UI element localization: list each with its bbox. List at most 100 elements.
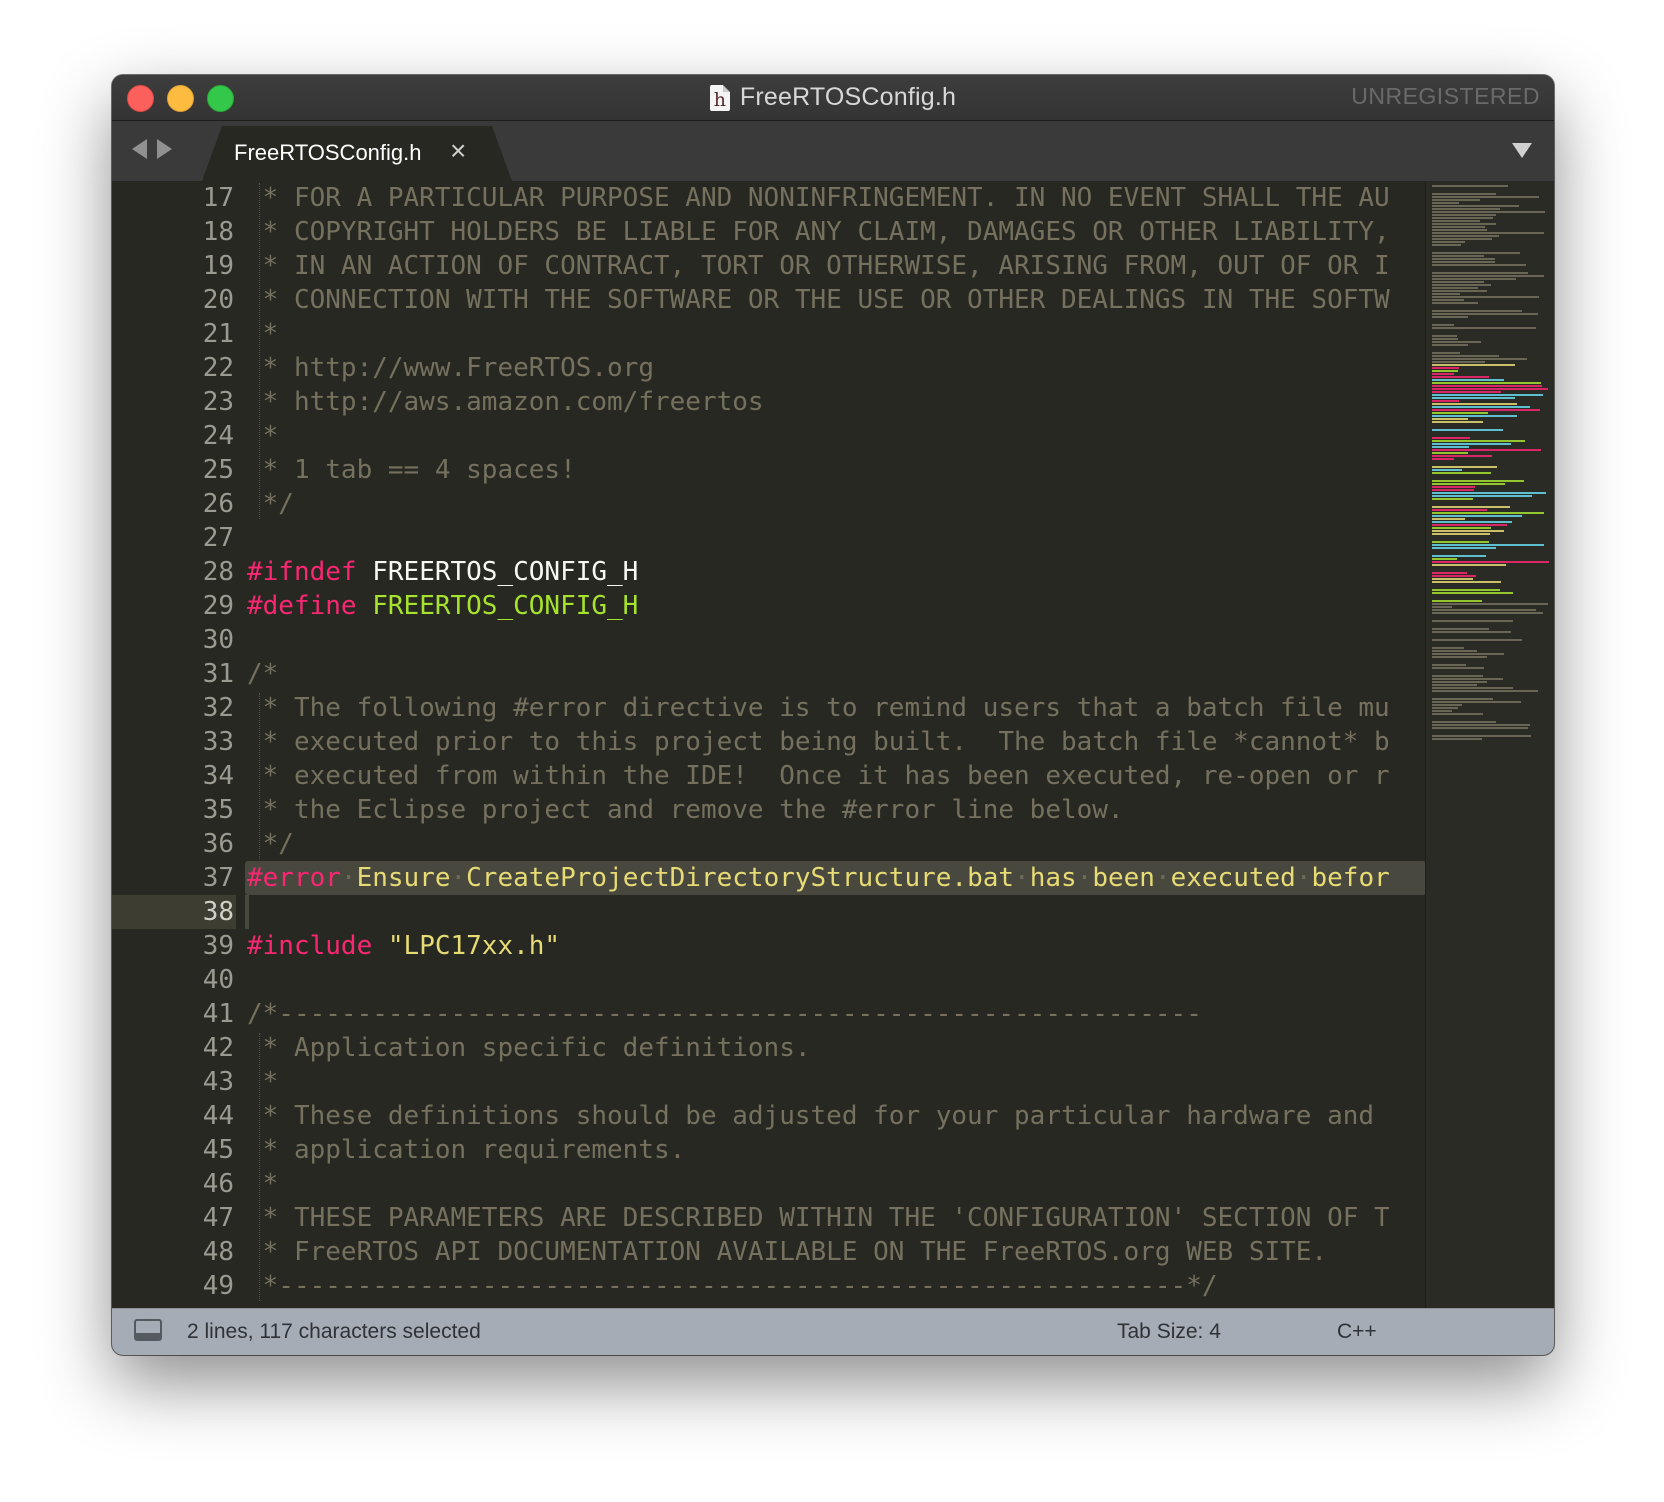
code-line[interactable]: 25 * 1 tab == 4 spaces! <box>112 453 1426 487</box>
panel-icon[interactable] <box>134 1319 162 1341</box>
code-line[interactable]: 22 * http://www.FreeRTOS.org <box>112 351 1426 385</box>
code-line[interactable]: 41 /*------------------------------------… <box>112 997 1426 1031</box>
code-editor[interactable]: 17 * FOR A PARTICULAR PURPOSE AND NONINF… <box>112 181 1554 1309</box>
minimap-row <box>1432 293 1460 295</box>
code-line[interactable]: 38 <box>112 895 1426 929</box>
minimap-row <box>1432 498 1473 500</box>
line-code[interactable]: * Application specific definitions. <box>247 1031 1426 1065</box>
line-code[interactable]: * <box>247 1167 1426 1201</box>
line-number: 43 <box>202 1067 234 1097</box>
line-code[interactable]: * executed prior to this project being b… <box>247 725 1426 759</box>
line-code[interactable]: * THESE PARAMETERS ARE DESCRIBED WITHIN … <box>247 1201 1426 1235</box>
line-code[interactable]: * The following #error directive is to r… <box>247 691 1426 725</box>
line-code[interactable]: /*--------------------------------------… <box>247 997 1426 1031</box>
line-code[interactable]: * CONNECTION WITH THE SOFTWARE OR THE US… <box>247 283 1426 317</box>
line-code[interactable]: * application requirements. <box>247 1133 1426 1167</box>
minimap[interactable] <box>1425 181 1554 1309</box>
minimap-row <box>1432 327 1536 329</box>
line-number: 23 <box>202 387 234 417</box>
code-line[interactable]: 35 * the Eclipse project and remove the … <box>112 793 1426 827</box>
line-code[interactable]: * http://www.FreeRTOS.org <box>247 351 1426 385</box>
minimap-row <box>1432 278 1516 280</box>
code-token: * CONNECTION WITH THE SOFTWARE OR THE US… <box>247 285 1390 315</box>
line-code[interactable]: * <box>247 317 1426 351</box>
code-lines[interactable]: 17 * FOR A PARTICULAR PURPOSE AND NONINF… <box>112 181 1426 1303</box>
minimap-row <box>1432 290 1487 292</box>
whitespace-marker: · <box>1295 863 1312 893</box>
code-line[interactable]: 34 * executed from within the IDE! Once … <box>112 759 1426 793</box>
minimap-row <box>1432 727 1528 729</box>
line-code[interactable]: * <box>247 419 1426 453</box>
line-code[interactable]: #error·Ensure·CreateProjectDirectoryStru… <box>245 861 1426 895</box>
code-line[interactable]: 19 * IN AN ACTION OF CONTRACT, TORT OR O… <box>112 249 1426 283</box>
code-line[interactable]: 27 <box>112 521 1426 555</box>
line-code[interactable]: * COPYRIGHT HOLDERS BE LIABLE FOR ANY CL… <box>247 215 1426 249</box>
code-line[interactable]: 47 * THESE PARAMETERS ARE DESCRIBED WITH… <box>112 1201 1426 1235</box>
tab-bar: FreeRTOSConfig.h × <box>112 121 1554 181</box>
indent-guide <box>259 1033 260 1301</box>
minimap-row <box>1432 437 1470 439</box>
code-token: * <box>247 421 279 451</box>
code-line[interactable]: 29 #define FREERTOS_CONFIG_H <box>112 589 1426 623</box>
code-token: * The following #error directive is to r… <box>247 693 1390 723</box>
tab-freertosconfig[interactable]: FreeRTOSConfig.h × <box>202 126 512 181</box>
line-code[interactable]: * FOR A PARTICULAR PURPOSE AND NONINFRIN… <box>247 181 1426 215</box>
code-line[interactable]: 31 /* <box>112 657 1426 691</box>
minimap-row <box>1432 631 1511 633</box>
code-line[interactable]: 26 */ <box>112 487 1426 521</box>
code-line[interactable]: 39 #include "LPC17xx.h" <box>112 929 1426 963</box>
code-line[interactable]: 42 * Application specific definitions. <box>112 1031 1426 1065</box>
line-code[interactable]: #define FREERTOS_CONFIG_H <box>247 589 1426 623</box>
line-code[interactable]: * <box>247 1065 1426 1099</box>
code-line[interactable]: 17 * FOR A PARTICULAR PURPOSE AND NONINF… <box>112 181 1426 215</box>
line-code[interactable]: * IN AN ACTION OF CONTRACT, TORT OR OTHE… <box>247 249 1426 283</box>
tab-navigation <box>132 139 172 159</box>
code-token: been <box>1092 863 1155 893</box>
line-code[interactable]: */ <box>247 827 1426 861</box>
code-line[interactable]: 24 * <box>112 419 1426 453</box>
line-code[interactable]: #ifndef FREERTOS_CONFIG_H <box>247 555 1426 589</box>
minimap-row <box>1432 735 1531 737</box>
code-line[interactable]: 23 * http://aws.amazon.com/freertos <box>112 385 1426 419</box>
code-line[interactable]: 18 * COPYRIGHT HOLDERS BE LIABLE FOR ANY… <box>112 215 1426 249</box>
minimap-row <box>1432 193 1496 195</box>
code-line[interactable]: 20 * CONNECTION WITH THE SOFTWARE OR THE… <box>112 283 1426 317</box>
line-code[interactable]: * 1 tab == 4 spaces! <box>247 453 1426 487</box>
code-line[interactable]: 48 * FreeRTOS API DOCUMENTATION AVAILABL… <box>112 1235 1426 1269</box>
line-code[interactable]: * FreeRTOS API DOCUMENTATION AVAILABLE O… <box>247 1235 1426 1269</box>
code-line[interactable]: 37 #error·Ensure·CreateProjectDirectorySt… <box>112 861 1426 895</box>
line-code[interactable]: * the Eclipse project and remove the #er… <box>247 793 1426 827</box>
triangle-right-icon[interactable] <box>157 139 172 159</box>
code-line[interactable]: 46 * <box>112 1167 1426 1201</box>
minimap-row <box>1432 704 1462 706</box>
code-line[interactable]: 43 * <box>112 1065 1426 1099</box>
line-code[interactable]: * These definitions should be adjusted f… <box>247 1099 1426 1133</box>
chevron-down-icon[interactable] <box>1512 143 1532 158</box>
syntax-status[interactable]: C++ <box>1337 1320 1377 1344</box>
whitespace-marker: · <box>340 863 357 893</box>
minimap-row <box>1432 338 1458 340</box>
code-line[interactable]: 28 #ifndef FREERTOS_CONFIG_H <box>112 555 1426 589</box>
code-token: *---------------------------------------… <box>247 1271 1218 1301</box>
code-line[interactable]: 45 * application requirements. <box>112 1133 1426 1167</box>
tab-size-status[interactable]: Tab Size: 4 <box>1117 1320 1221 1344</box>
code-line[interactable]: 33 * executed prior to this project bein… <box>112 725 1426 759</box>
line-code[interactable]: * executed from within the IDE! Once it … <box>247 759 1426 793</box>
line-code[interactable]: *---------------------------------------… <box>247 1269 1426 1303</box>
line-code[interactable]: * http://aws.amazon.com/freertos <box>247 385 1426 419</box>
whitespace-marker: · <box>1154 863 1171 893</box>
tab-close-icon[interactable]: × <box>450 135 466 167</box>
code-line[interactable]: 36 */ <box>112 827 1426 861</box>
code-line[interactable]: 49 *------------------------------------… <box>112 1269 1426 1303</box>
line-code[interactable]: /* <box>247 657 1426 691</box>
code-line[interactable]: 30 <box>112 623 1426 657</box>
line-code[interactable]: #include "LPC17xx.h" <box>247 929 1426 963</box>
title-bar[interactable]: h FreeRTOSConfig.h UNREGISTERED <box>112 75 1554 121</box>
minimap-row <box>1432 600 1482 602</box>
triangle-left-icon[interactable] <box>132 139 147 159</box>
code-line[interactable]: 44 * These definitions should be adjuste… <box>112 1099 1426 1133</box>
code-line[interactable]: 40 <box>112 963 1426 997</box>
line-code[interactable]: */ <box>247 487 1426 521</box>
code-line[interactable]: 21 * <box>112 317 1426 351</box>
code-line[interactable]: 32 * The following #error directive is t… <box>112 691 1426 725</box>
